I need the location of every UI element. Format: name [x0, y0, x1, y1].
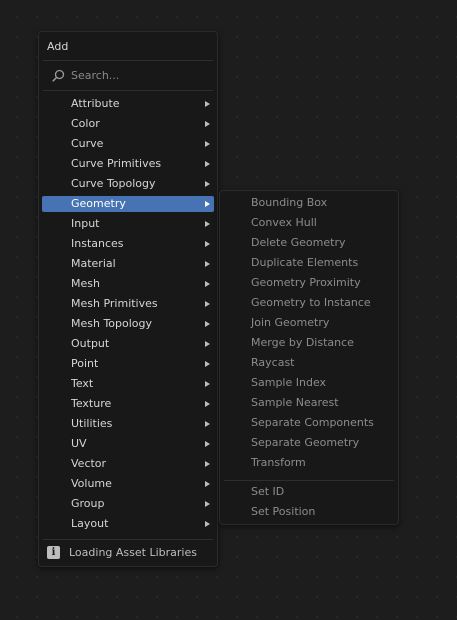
submenu-item-duplicate-elements[interactable]: Duplicate Elements — [251, 255, 358, 271]
submenu-arrow-icon — [205, 441, 210, 447]
menu-item-label: UV — [71, 437, 87, 450]
menu-item-curve-primitives[interactable]: Curve Primitives — [42, 156, 214, 172]
menu-item-label: Mesh Topology — [71, 317, 153, 330]
menu-item-label: Vector — [71, 457, 107, 470]
submenu-item-set-position[interactable]: Set Position — [251, 504, 315, 520]
menu-item-label: Curve Primitives — [71, 157, 162, 170]
menu-item-point[interactable]: Point — [42, 356, 214, 372]
menu-item-label: Curve Topology — [71, 177, 156, 190]
submenu-arrow-icon — [205, 521, 210, 527]
submenu-arrow-icon — [205, 241, 210, 247]
menu-item-uv[interactable]: UV — [42, 436, 214, 452]
menu-item-label: Texture — [71, 397, 112, 410]
menu-item-texture[interactable]: Texture — [42, 396, 214, 412]
menu-separator — [43, 90, 213, 91]
footer-text: Loading Asset Libraries — [69, 546, 197, 559]
submenu-arrow-icon — [205, 201, 210, 207]
menu-item-label: Utilities — [71, 417, 113, 430]
submenu-arrow-icon — [205, 121, 210, 127]
search-placeholder: Search... — [71, 68, 120, 82]
menu-item-utilities[interactable]: Utilities — [42, 416, 214, 432]
search-input[interactable]: Search... — [43, 64, 213, 86]
menu-item-mesh[interactable]: Mesh — [42, 276, 214, 292]
menu-item-text[interactable]: Text — [42, 376, 214, 392]
submenu-item-delete-geometry[interactable]: Delete Geometry — [251, 235, 346, 251]
menu-item-input[interactable]: Input — [42, 216, 214, 232]
menu-item-layout[interactable]: Layout — [42, 516, 214, 532]
submenu-item-sample-index[interactable]: Sample Index — [251, 375, 326, 391]
menu-item-color[interactable]: Color — [42, 116, 214, 132]
submenu-item-geometry-proximity[interactable]: Geometry Proximity — [251, 275, 361, 291]
submenu-arrow-icon — [205, 401, 210, 407]
info-icon: i — [47, 546, 60, 559]
menu-title: Add — [47, 40, 69, 53]
search-icon — [52, 69, 65, 82]
submenu-arrow-icon — [205, 261, 210, 267]
submenu-item-transform[interactable]: Transform — [251, 455, 306, 471]
menu-item-label: Group — [71, 497, 105, 510]
menu-item-group[interactable]: Group — [42, 496, 214, 512]
submenu-item-convex-hull[interactable]: Convex Hull — [251, 215, 317, 231]
submenu-item-merge-by-distance[interactable]: Merge by Distance — [251, 335, 354, 351]
submenu-arrow-icon — [205, 321, 210, 327]
submenu-separator — [224, 480, 394, 481]
submenu-item-raycast[interactable]: Raycast — [251, 355, 294, 371]
menu-item-curve[interactable]: Curve — [42, 136, 214, 152]
submenu-arrow-icon — [205, 101, 210, 107]
menu-item-label: Layout — [71, 517, 109, 530]
submenu-arrow-icon — [205, 161, 210, 167]
submenu-arrow-icon — [205, 381, 210, 387]
menu-item-label: Text — [71, 377, 94, 390]
menu-item-volume[interactable]: Volume — [42, 476, 214, 492]
submenu-arrow-icon — [205, 221, 210, 227]
menu-separator — [43, 60, 213, 61]
menu-item-label: Material — [71, 257, 116, 270]
menu-item-label: Volume — [71, 477, 112, 490]
geometry-submenu: Bounding Box Convex Hull Delete Geometry Du… — [219, 190, 399, 525]
menu-item-material[interactable]: Material — [42, 256, 214, 272]
menu-separator — [43, 539, 213, 540]
menu-item-vector[interactable]: Vector — [42, 456, 214, 472]
menu-item-output[interactable]: Output — [42, 336, 214, 352]
menu-item-label: Curve — [71, 137, 104, 150]
submenu-item-separate-geometry[interactable]: Separate Geometry — [251, 435, 359, 451]
footer-status: i Loading Asset Libraries — [47, 546, 197, 559]
submenu-item-separate-components[interactable]: Separate Components — [251, 415, 374, 431]
menu-item-attribute[interactable]: Attribute — [42, 96, 214, 112]
menu-item-label: Instances — [71, 237, 124, 250]
submenu-arrow-icon — [205, 481, 210, 487]
menu-item-geometry[interactable]: Geometry — [42, 196, 214, 212]
menu-item-label: Geometry — [71, 197, 126, 210]
submenu-arrow-icon — [205, 301, 210, 307]
submenu-arrow-icon — [205, 141, 210, 147]
submenu-item-geometry-to-instance[interactable]: Geometry to Instance — [251, 295, 371, 311]
menu-item-mesh-primitives[interactable]: Mesh Primitives — [42, 296, 214, 312]
menu-item-label: Point — [71, 357, 99, 370]
submenu-item-bounding-box[interactable]: Bounding Box — [251, 195, 327, 211]
menu-item-label: Input — [71, 217, 100, 230]
submenu-arrow-icon — [205, 181, 210, 187]
menu-item-label: Color — [71, 117, 100, 130]
menu-item-curve-topology[interactable]: Curve Topology — [42, 176, 214, 192]
submenu-item-sample-nearest[interactable]: Sample Nearest — [251, 395, 339, 411]
submenu-arrow-icon — [205, 461, 210, 467]
submenu-arrow-icon — [205, 361, 210, 367]
submenu-arrow-icon — [205, 421, 210, 427]
submenu-arrow-icon — [205, 281, 210, 287]
menu-item-label: Attribute — [71, 97, 120, 110]
menu-item-instances[interactable]: Instances — [42, 236, 214, 252]
menu-item-label: Mesh — [71, 277, 100, 290]
submenu-item-join-geometry[interactable]: Join Geometry — [251, 315, 329, 331]
submenu-item-set-id[interactable]: Set ID — [251, 484, 284, 500]
menu-item-mesh-topology[interactable]: Mesh Topology — [42, 316, 214, 332]
menu-item-label: Output — [71, 337, 110, 350]
submenu-arrow-icon — [205, 341, 210, 347]
add-menu: Add Search... Attribute Color Curve Curve P… — [38, 31, 218, 567]
submenu-arrow-icon — [205, 501, 210, 507]
menu-item-label: Mesh Primitives — [71, 297, 158, 310]
